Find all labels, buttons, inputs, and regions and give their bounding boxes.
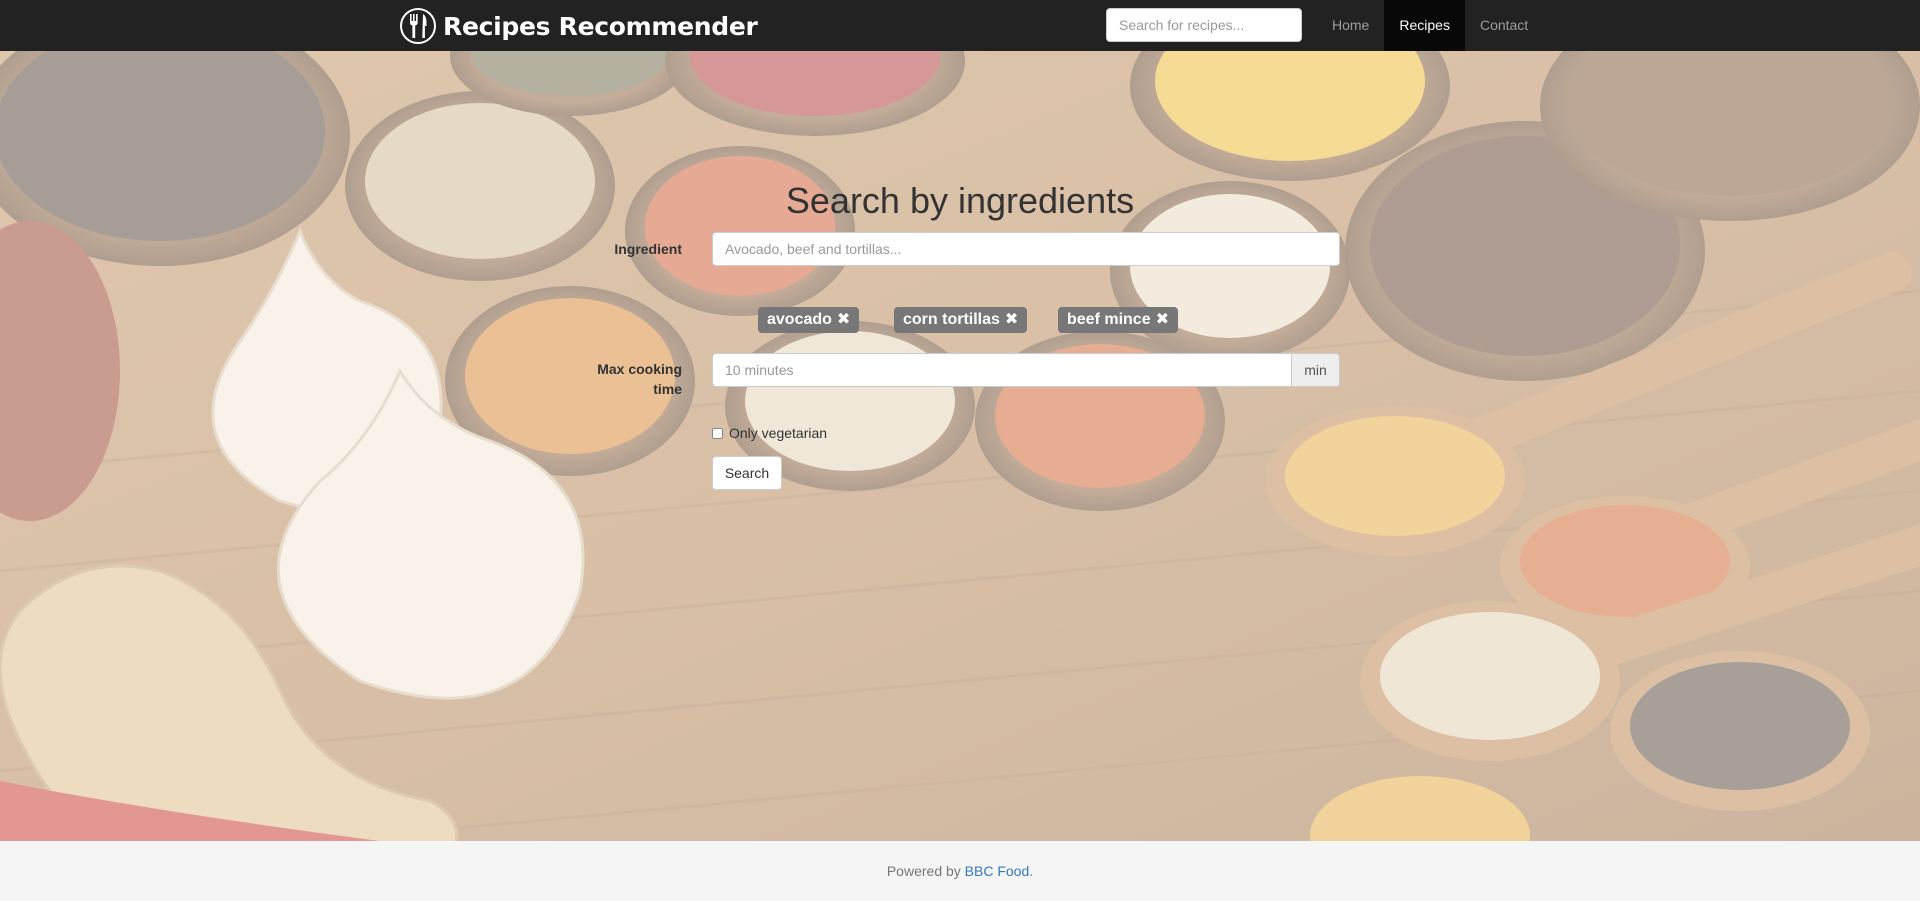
- hero-section: Search by ingredients Ingredient avocado…: [0, 51, 1920, 841]
- footer-suffix: .: [1029, 863, 1034, 879]
- ingredient-label: Ingredient: [614, 241, 682, 257]
- page-title: Search by ingredients: [785, 180, 1135, 221]
- close-icon[interactable]: ✖: [837, 307, 850, 333]
- ingredient-input[interactable]: [712, 232, 1340, 266]
- ingredient-tag: avocado ✖: [758, 307, 860, 333]
- brand[interactable]: Recipes Recommender: [400, 8, 758, 44]
- vegetarian-checkbox[interactable]: [712, 427, 723, 439]
- search-button[interactable]: Search: [712, 456, 782, 490]
- close-icon[interactable]: ✖: [1005, 307, 1018, 333]
- nav-recipes[interactable]: Recipes: [1384, 0, 1465, 51]
- max-time-label: Max cooking time: [597, 361, 682, 397]
- brand-title: Recipes Recommender: [443, 11, 758, 41]
- footer: Powered by BBC Food.: [0, 841, 1920, 901]
- ingredient-tag: beef mince ✖: [1058, 307, 1178, 333]
- vegetarian-option: Only vegetarian: [712, 423, 827, 443]
- recipe-search-input[interactable]: [1106, 8, 1302, 42]
- close-icon[interactable]: ✖: [1156, 307, 1169, 333]
- max-time-input-group: min: [712, 353, 1340, 387]
- nav-links: Home Recipes Contact: [1317, 0, 1543, 51]
- minutes-unit-addon: min: [1291, 353, 1340, 387]
- tag-label: beef mince: [1067, 311, 1151, 328]
- navbar: Recipes Recommender Home Recipes Contact: [0, 0, 1920, 51]
- max-time-input[interactable]: [712, 353, 1292, 387]
- tag-label: avocado: [767, 311, 832, 328]
- footer-prefix: Powered by: [886, 863, 965, 879]
- fork-knife-icon: [400, 8, 436, 44]
- vegetarian-label[interactable]: Only vegetarian: [729, 425, 827, 441]
- nav-contact[interactable]: Contact: [1465, 0, 1543, 51]
- bbc-food-link[interactable]: BBC Food: [965, 863, 1030, 879]
- tag-label: corn tortillas: [903, 311, 1000, 328]
- nav-home[interactable]: Home: [1317, 0, 1384, 51]
- ingredient-tag: corn tortillas ✖: [894, 307, 1028, 333]
